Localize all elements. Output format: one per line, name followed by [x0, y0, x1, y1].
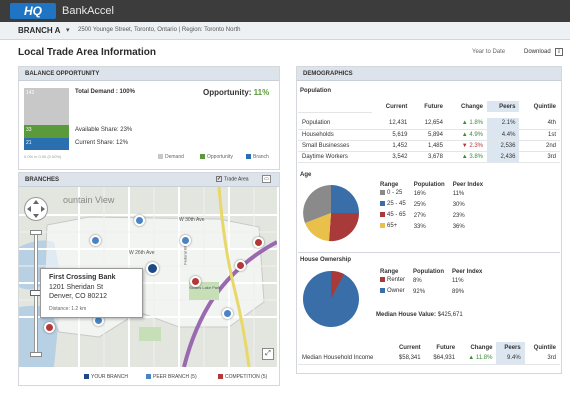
chevron-down-icon[interactable]: ▾ — [66, 26, 70, 34]
branch-address: 2500 Younge Street, Toronto, Ontario | R… — [78, 27, 241, 33]
opportunity-bar-value: 33 — [26, 127, 32, 133]
download-link[interactable]: Download — [524, 49, 551, 55]
income-table: Current Future Change Peers Quintile Med… — [298, 342, 560, 365]
demographics-header: DEMOGRAPHICS — [297, 67, 561, 81]
your-branch-pin[interactable] — [146, 262, 159, 275]
legend-demand: Demand — [158, 154, 184, 160]
trade-area-toggle[interactable]: ✓ Trade Area — [216, 176, 249, 182]
popup-bank-name: First Crossing Bank — [49, 274, 116, 281]
park-shape-2 — [139, 327, 161, 341]
year-to-date-filter[interactable]: Year to Date — [472, 49, 505, 55]
peer-branch-pin[interactable] — [90, 235, 101, 246]
opportunity-label: Opportunity: — [203, 88, 252, 97]
age-slice-25-45 — [331, 185, 359, 213]
legend-opportunity: Opportunity — [200, 154, 233, 160]
table-row: Renter 8% 11% — [376, 275, 486, 286]
download-icon[interactable]: ⇩ — [555, 48, 563, 56]
bar-footnote: 0.0% in 0.00 (0.00%) — [24, 154, 62, 159]
current-share-label: Current Share: 12% — [75, 140, 129, 146]
hq-logo[interactable]: HQ — [10, 3, 56, 19]
legend-branch: Branch — [246, 154, 269, 160]
median-house-value: Median House Value: $425,671 — [376, 312, 463, 318]
divider — [298, 252, 560, 253]
map-label-street: W 30th Ave — [179, 217, 205, 223]
population-title: Population — [300, 88, 331, 94]
table-row: Daytime Workers 3,542 3,678 ▲ 3.8% 2,436… — [298, 151, 560, 163]
table-row: 65+ 33% 36% — [376, 221, 487, 232]
table-row: 45 - 65 27% 23% — [376, 210, 487, 221]
page-title: Local Trade Area Information — [18, 47, 156, 58]
peer-branch-pin[interactable] — [222, 308, 233, 319]
balance-opportunity-header: BALANCE OPPORTUNITY — [19, 67, 279, 81]
competition-pin[interactable] — [190, 276, 201, 287]
peer-branch-pin[interactable] — [180, 235, 191, 246]
popup-distance: Distance: 1.2 km — [49, 306, 87, 312]
competition-pin[interactable] — [44, 322, 55, 333]
fullscreen-icon[interactable]: ⤢ — [262, 348, 274, 360]
population-table: Current Future Change Peers Quintile Pop… — [298, 101, 560, 163]
table-row: Small Businesses 1,452 1,485 ▼ 2.3% 2,53… — [298, 140, 560, 152]
age-slice-45-65 — [329, 213, 360, 242]
table-row: Households 5,619 5,894 ▲ 4.9% 4.4% 1st — [298, 129, 560, 141]
house-ownership-title: House Ownership — [300, 257, 352, 263]
age-table: Range Population Peer Index 0 - 25 16% 11%… — [376, 182, 487, 232]
map-label-street-2: W 26th Ave — [129, 250, 155, 256]
table-row: Population 12,431 12,654 ▲ 1.8% 2.1% 4th — [298, 118, 560, 130]
available-share-label: Available Share: 23% — [75, 127, 133, 133]
table-row: 0 - 25 16% 11% — [376, 188, 487, 199]
age-pie-chart — [303, 185, 360, 242]
table-row: 25 - 45 25% 30% — [376, 199, 487, 210]
legend-competition: COMPETITION (5) — [218, 374, 267, 380]
zoom-in-button[interactable] — [30, 230, 42, 235]
ownership-pie-chart — [303, 270, 359, 327]
competition-pin[interactable] — [235, 260, 246, 271]
app-name: BankAccel — [62, 5, 114, 17]
ownership-table: Range Population Peer Index Renter 8% 11% … — [376, 269, 486, 297]
branch-bar-value: 21 — [26, 140, 32, 146]
competition-pin[interactable] — [253, 237, 264, 248]
branch-info-popup[interactable]: First Crossing Bank 1201 Sheridan St Den… — [40, 268, 143, 318]
age-title: Age — [300, 172, 312, 178]
demand-bar-value: 142 — [26, 90, 35, 96]
map-pan-control[interactable] — [24, 197, 48, 221]
zoom-out-button[interactable] — [30, 352, 42, 357]
branch-selector[interactable]: BRANCH A — [18, 26, 60, 35]
total-demand-label: Total Demand : 100% — [75, 89, 135, 95]
popup-city: Denver, CO 80212 — [49, 293, 107, 300]
legend-peer-branch: PEER BRANCH (5) — [146, 374, 197, 380]
peer-branch-pin[interactable] — [134, 215, 145, 226]
popup-street: 1201 Sheridan St — [49, 284, 104, 291]
checkbox-icon: ✓ — [216, 176, 222, 182]
opportunity-summary: Opportunity: 11% — [203, 88, 269, 97]
opportunity-value: 11% — [253, 88, 270, 97]
top-bar: HQ BankAccel — [0, 0, 570, 22]
pan-arrows-icon — [27, 200, 45, 218]
table-row: Median Household Income $58,341 $64,931 … — [298, 353, 560, 365]
map-label-area: ountain View — [63, 195, 115, 205]
legend-your-branch: YOUR BRANCH — [84, 374, 128, 380]
table-row: Owner 92% 89% — [376, 286, 486, 297]
map-options-button[interactable]: ▭ — [262, 175, 271, 183]
